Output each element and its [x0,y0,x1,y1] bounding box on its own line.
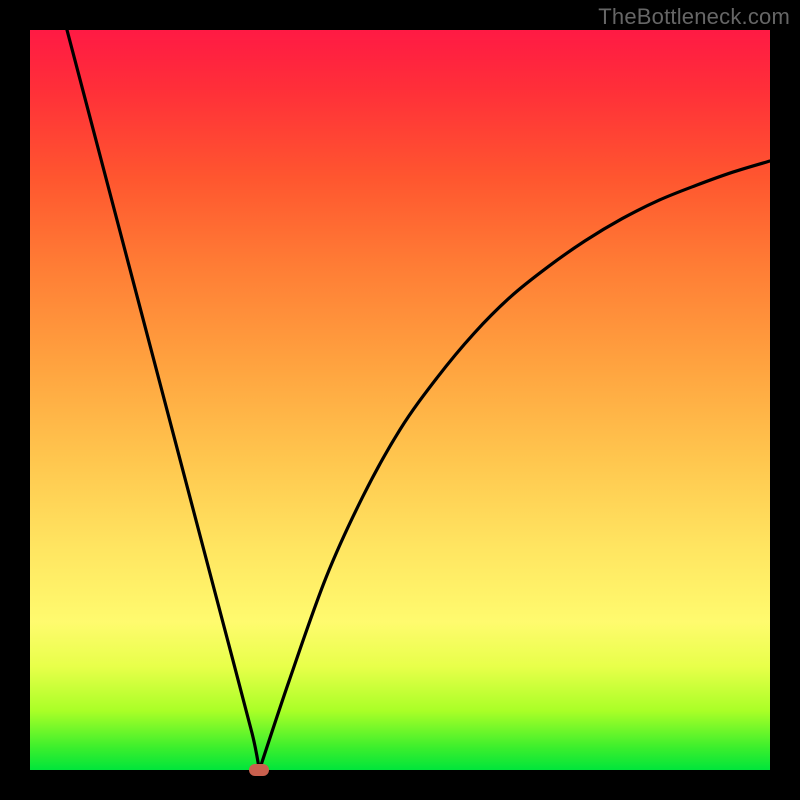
chart-frame: TheBottleneck.com [0,0,800,800]
minimum-marker [249,764,269,776]
bottleneck-curve [30,30,770,770]
plot-area [30,30,770,770]
attribution-label: TheBottleneck.com [598,4,790,30]
